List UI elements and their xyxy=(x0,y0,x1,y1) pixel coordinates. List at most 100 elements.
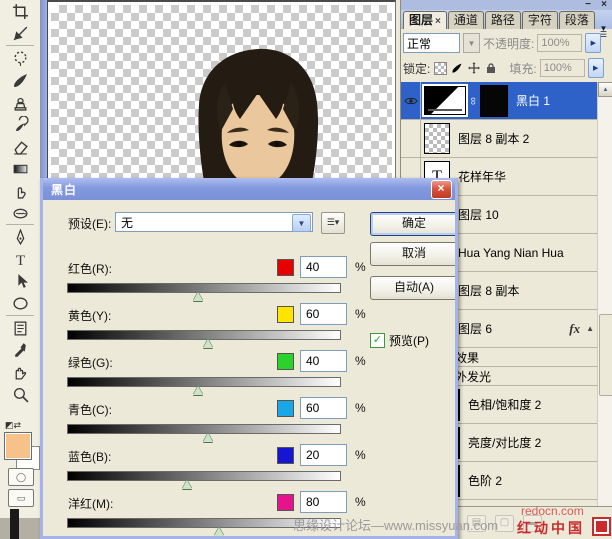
zoom-tool-icon[interactable] xyxy=(0,383,40,405)
fx-icon[interactable]: fx xyxy=(569,321,580,337)
tab-段落[interactable]: 段落 xyxy=(558,11,595,29)
slider-label: 青色(C): xyxy=(68,403,112,417)
notes-tool-icon[interactable] xyxy=(0,317,40,339)
black-white-dialog: 黑白 × 预设(E): 无 ▼ ☰▾ 确定 取消 自动(A) ✓ 预览(P) 红… xyxy=(40,178,458,539)
slider-value-input[interactable]: 60 xyxy=(300,303,347,325)
layer-row-图层-8-副本-2[interactable]: 图层 8 副本 2 xyxy=(401,120,612,158)
fill-value[interactable]: 100% xyxy=(539,59,585,77)
tab-通道[interactable]: 通道 xyxy=(447,11,484,29)
color-swatch xyxy=(277,306,294,323)
layer-name: 黑白 1 xyxy=(516,94,551,108)
adjustment-thumbnail[interactable] xyxy=(422,84,468,117)
eraser-tool-icon[interactable] xyxy=(0,135,40,157)
eyedropper-tool-icon[interactable] xyxy=(0,339,40,361)
slice-tool-icon[interactable] xyxy=(0,22,40,44)
layer-thumbnail[interactable] xyxy=(424,123,450,154)
visibility-toggle[interactable] xyxy=(401,82,421,119)
portrait-image xyxy=(198,48,319,187)
fill-label: 填充: xyxy=(509,61,537,76)
smudge-tool-icon[interactable] xyxy=(0,179,40,201)
percent-label: % xyxy=(355,448,366,462)
color-swatch xyxy=(277,400,294,417)
color-swatches: ◩⇄ xyxy=(3,420,40,470)
slider-value-input[interactable]: 80 xyxy=(300,491,347,513)
layer-name: 色阶 2 xyxy=(468,474,503,488)
path-select-tool-icon[interactable] xyxy=(0,270,40,292)
visibility-toggle[interactable] xyxy=(401,120,421,157)
preset-select[interactable]: 无 ▼ xyxy=(115,212,313,232)
slider-thumb[interactable] xyxy=(214,527,225,536)
blend-mode-select[interactable]: 正常 xyxy=(403,33,460,53)
default-colors-icon[interactable]: ◩⇄ xyxy=(5,420,21,431)
photoshop-window: ◩⇄ ◯ ▭ − × 图层 × 通道 路径 字符 段落 ▼ ☰ 正常 ▼ 不透明… xyxy=(0,0,612,539)
hand-tool-icon[interactable] xyxy=(0,361,40,383)
lock-position-icon[interactable] xyxy=(467,61,481,75)
slider-track[interactable] xyxy=(67,471,341,481)
slider-thumb[interactable] xyxy=(181,480,192,489)
quick-mask-button[interactable]: ◯ xyxy=(8,468,34,486)
brush-tool-icon[interactable] xyxy=(0,69,40,91)
slider-track[interactable] xyxy=(67,377,341,387)
tab-字符[interactable]: 字符 xyxy=(521,11,558,29)
clone-stamp-tool-icon[interactable] xyxy=(0,91,40,113)
blend-mode-chevron-icon[interactable]: ▼ xyxy=(463,33,480,53)
tools-palette: ◩⇄ ◯ ▭ xyxy=(0,0,41,539)
preset-chevron-icon[interactable]: ▼ xyxy=(292,214,311,232)
dialog-title: 黑白 xyxy=(51,182,78,197)
layers-scrollbar[interactable]: ▲ xyxy=(597,82,612,506)
lock-all-icon[interactable] xyxy=(484,61,498,75)
slider-thumb[interactable] xyxy=(203,339,214,348)
link-icon[interactable]: ∞ xyxy=(467,97,479,105)
screen-mode-button[interactable]: ▭ xyxy=(8,489,34,507)
slider-value-input[interactable]: 20 xyxy=(300,444,347,466)
pen-tool-icon[interactable] xyxy=(0,226,40,248)
layer-mask-thumbnail[interactable] xyxy=(480,84,508,117)
ellipse-tool-icon[interactable] xyxy=(0,292,40,314)
scrollbar-thumb[interactable] xyxy=(599,314,612,396)
slider-label: 洋红(M): xyxy=(68,497,114,511)
dialog-close-button[interactable]: × xyxy=(431,180,452,199)
panel-close-button[interactable]: × xyxy=(601,0,607,10)
slider-track[interactable] xyxy=(67,283,341,293)
fill-spinner-icon[interactable]: ▶ xyxy=(587,58,604,78)
slider-value-input[interactable]: 40 xyxy=(300,256,347,278)
preset-value: 无 xyxy=(121,215,134,230)
slider-thumb[interactable] xyxy=(203,433,214,442)
cancel-button[interactable]: 取消 xyxy=(370,242,455,266)
panel-minimize-button[interactable]: − xyxy=(585,0,591,10)
history-brush-tool-icon[interactable] xyxy=(0,113,40,135)
scroll-up-icon[interactable]: ▲ xyxy=(598,82,612,97)
layer-name: 亮度/对比度 2 xyxy=(468,436,542,450)
color-swatch xyxy=(277,447,294,464)
window-corner-mark xyxy=(10,509,19,539)
lock-paint-icon[interactable] xyxy=(450,61,464,75)
crop-tool-icon[interactable] xyxy=(0,0,40,22)
toolbar-divider xyxy=(6,45,34,46)
preset-menu-button[interactable]: ☰▾ xyxy=(321,212,345,234)
tab-close-icon[interactable]: × xyxy=(435,16,441,27)
tab-路径[interactable]: 路径 xyxy=(484,11,521,29)
slider-label: 红色(R): xyxy=(68,262,112,276)
percent-label: % xyxy=(355,495,366,509)
foreground-color-swatch[interactable] xyxy=(4,432,32,460)
sponge-tool-icon[interactable] xyxy=(0,201,40,223)
slider-thumb[interactable] xyxy=(192,386,203,395)
opacity-label: 不透明度: xyxy=(483,36,535,51)
slider-value-input[interactable]: 60 xyxy=(300,397,347,419)
auto-button[interactable]: 自动(A) xyxy=(370,276,455,300)
opacity-spinner-icon[interactable]: ▶ xyxy=(585,33,602,53)
layer-row-黑白-1[interactable]: ∞ 黑白 1 xyxy=(401,82,612,120)
type-tool-icon[interactable] xyxy=(0,248,40,270)
lasso-tool-icon[interactable] xyxy=(0,47,40,69)
dialog-titlebar[interactable]: 黑白 × xyxy=(43,178,455,200)
tab-图层[interactable]: 图层 × xyxy=(403,11,447,29)
opacity-value[interactable]: 100% xyxy=(537,34,583,52)
preview-checkbox[interactable]: ✓ xyxy=(370,333,385,348)
lock-label: 锁定: xyxy=(403,61,431,76)
slider-thumb[interactable] xyxy=(192,292,203,301)
slider-value-input[interactable]: 40 xyxy=(300,350,347,372)
lock-transparency-icon[interactable] xyxy=(433,61,447,75)
gradient-tool-icon[interactable] xyxy=(0,157,40,179)
collapse-effects-icon[interactable]: ▲ xyxy=(586,324,594,333)
ok-button[interactable]: 确定 xyxy=(370,212,455,236)
